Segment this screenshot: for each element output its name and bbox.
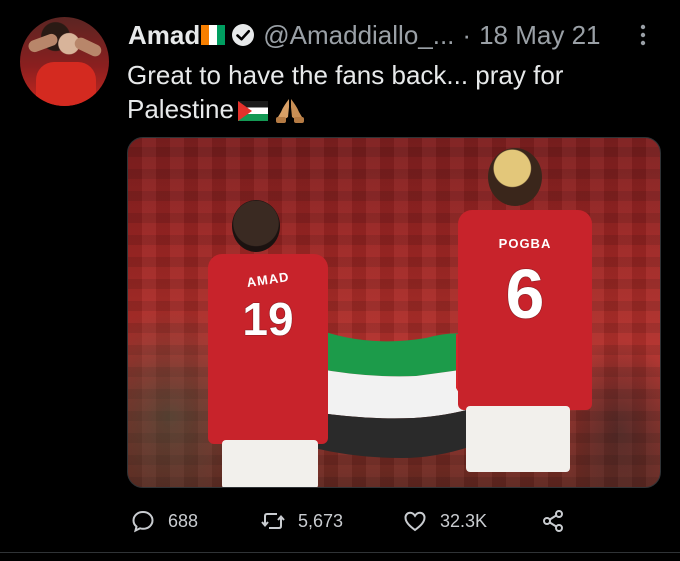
reply-button[interactable]: 688 xyxy=(130,505,198,537)
user-handle[interactable]: @Amaddiallo_... xyxy=(263,20,454,51)
tweet-text-line: Great to have the fans back... pray for xyxy=(127,60,564,90)
heart-icon xyxy=(404,511,426,532)
tweet-text-line: Palestine xyxy=(127,92,647,126)
tweet-actions: 688 5,673 32.3K xyxy=(130,505,580,537)
palestine-flag-icon xyxy=(237,101,268,121)
praying-hands-icon xyxy=(275,99,304,123)
jersey-name: POGBA xyxy=(498,236,552,251)
retweet-icon xyxy=(261,513,285,529)
player-amad: AMAD 19 xyxy=(206,200,332,487)
reply-count: 688 xyxy=(168,510,199,531)
retweet-count: 5,673 xyxy=(298,510,344,531)
player-head xyxy=(488,148,542,206)
retweet-button[interactable]: 5,673 xyxy=(260,505,343,537)
tweet-text-word: Palestine xyxy=(127,94,234,124)
avatar-shirt xyxy=(36,62,96,106)
avatar-arm xyxy=(26,32,60,54)
divider xyxy=(0,552,680,553)
jersey-name: AMAD xyxy=(245,269,291,290)
tweet-text: Great to have the fans back... pray for … xyxy=(127,58,647,126)
player-shorts xyxy=(222,440,318,487)
ivory-coast-flag-icon xyxy=(201,25,226,45)
like-count: 32.3K xyxy=(440,510,488,531)
jersey-number: 19 xyxy=(242,293,294,345)
tweet-photo[interactable]: AMAD 19 POGBA 6 xyxy=(127,137,661,488)
player-head xyxy=(232,200,280,252)
player-jersey: AMAD 19 xyxy=(208,254,328,444)
avatar[interactable] xyxy=(20,17,109,106)
tweet-card[interactable]: Amad @Amaddiallo_... · 18 May 21 Great t… xyxy=(0,0,680,561)
verified-badge-icon xyxy=(232,24,255,46)
display-name[interactable]: Amad xyxy=(128,20,200,51)
reply-icon xyxy=(132,510,154,533)
separator-dot: · xyxy=(462,19,472,50)
more-icon[interactable] xyxy=(638,22,648,48)
jersey-number: 6 xyxy=(505,255,545,333)
tweet-header: Amad @Amaddiallo_... · 18 May 21 xyxy=(128,19,600,51)
player-pogba: POGBA 6 xyxy=(458,148,594,487)
player-jersey: POGBA 6 xyxy=(458,210,592,410)
avatar-arm xyxy=(72,35,104,59)
like-button[interactable]: 32.3K xyxy=(402,505,487,537)
player-shorts xyxy=(466,406,570,472)
share-button[interactable] xyxy=(540,505,566,537)
tweet-date[interactable]: 18 May 21 xyxy=(479,20,600,51)
share-icon xyxy=(543,510,563,532)
